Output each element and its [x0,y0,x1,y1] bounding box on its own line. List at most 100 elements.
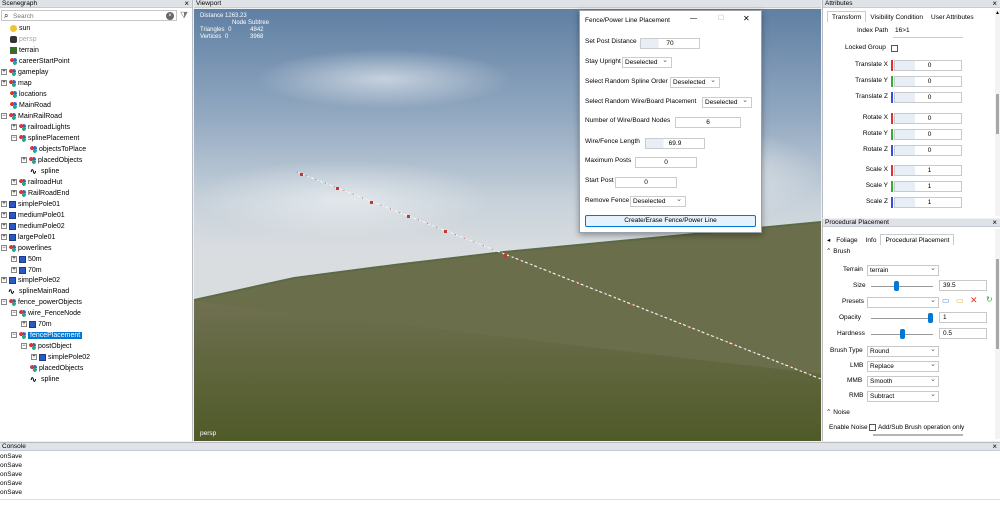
tree-item[interactable]: +70m [11,266,42,276]
collapse-icon[interactable]: − [11,332,17,339]
close-icon[interactable]: × [992,0,997,8]
collapse-icon[interactable]: − [1,299,7,306]
tree-item[interactable]: ∿ spline [30,167,59,177]
expand-icon[interactable]: + [11,256,17,263]
tree-item[interactable]: + map [1,79,32,89]
brush-type-select[interactable]: Round [867,345,939,357]
tree-item[interactable]: − powerlines [1,244,51,254]
tree-item[interactable]: placedObjects [30,364,83,374]
expand-icon[interactable]: + [11,179,17,186]
folder-icon[interactable]: ▭ [956,296,964,305]
tree-item[interactable]: + railroadLights [11,123,70,133]
tree-item[interactable]: locations [10,90,47,100]
tab-scroll-left[interactable]: ◂ [825,235,832,246]
expand-icon[interactable]: + [31,354,37,361]
expand-icon[interactable]: + [11,190,17,197]
expand-icon[interactable]: + [1,69,7,76]
tree-item[interactable]: − MainRailRoad [1,112,62,122]
filter-icon[interactable]: ⧩ [180,10,188,21]
collapse-icon[interactable]: − [1,113,7,120]
transform-field[interactable]: 1 [894,181,962,192]
tree-item[interactable]: ∿ spline [30,375,59,385]
tab-procedural-placement[interactable]: Procedural Placement [880,234,955,245]
hardness-slider[interactable] [871,329,933,339]
tab-transform[interactable]: Transform [827,11,867,22]
close-icon[interactable]: × [184,0,189,8]
start-post-field[interactable]: 0 [615,177,677,188]
wire-length-field[interactable]: 69.9 [645,138,705,149]
expand-icon[interactable]: + [1,80,7,87]
tab-foliage[interactable]: Foliage [832,235,861,246]
tree-item[interactable]: sun [10,24,30,34]
brush-section-header[interactable]: ⌃ Brush [826,247,850,257]
collapse-icon[interactable]: − [11,135,17,142]
expand-icon[interactable]: + [1,234,7,241]
tree-item[interactable]: terrain [10,46,39,56]
expand-icon[interactable]: + [1,212,7,219]
tree-item[interactable]: persp [10,35,37,45]
random-spline-order-select[interactable]: Deselected [670,76,720,88]
hardness-field[interactable]: 0.5 [939,328,987,339]
set-post-distance-field[interactable]: 70 [640,38,700,49]
collapse-icon[interactable]: − [11,310,17,317]
close-icon[interactable]: × [992,443,997,451]
tree-item[interactable]: +70m [21,320,52,330]
save-preset-icon[interactable]: ▭ [942,296,950,305]
transform-field[interactable]: 1 [894,197,962,208]
opacity-field[interactable]: 1 [939,312,987,323]
tree-item[interactable]: − fence_powerObjects [1,298,82,308]
terrain-select[interactable]: terrain [867,264,939,276]
close-icon[interactable]: ✕ [743,14,750,23]
clear-search-icon[interactable]: × [166,12,174,20]
tree-item[interactable]: + mediumPole01 [1,211,65,221]
max-posts-field[interactable]: 0 [635,157,697,168]
expand-icon[interactable]: + [11,124,17,131]
collapse-icon[interactable]: − [21,343,27,350]
tree-item[interactable]: ∿ splineMainRoad [8,287,69,297]
tree-item[interactable]: + simplePole01 [1,200,60,210]
presets-select[interactable] [867,296,939,308]
mmb-select[interactable]: Smooth [867,375,939,387]
h-scrollbar[interactable] [873,434,963,436]
v-scrollbar[interactable] [995,229,1000,439]
hardness-slider-handle[interactable] [899,329,905,339]
tree-item[interactable]: +50m [11,255,42,265]
remove-fence-select[interactable]: Deselected [630,195,686,207]
transform-field[interactable]: 0 [894,76,962,87]
search-bar[interactable]: ⌕ × [1,10,177,21]
tree-item[interactable]: + gameplay [1,68,48,78]
rmb-select[interactable]: Subtract [867,390,939,402]
random-wire-select[interactable]: Deselected [702,96,752,108]
locked-group-checkbox[interactable] [891,45,898,52]
scroll-up-icon[interactable]: ▲ [995,10,1000,16]
lmb-select[interactable]: Replace [867,360,939,372]
tree-item[interactable]: − postObject [21,342,71,352]
tree-item[interactable]: careerStartPoint [10,57,70,67]
tree-item[interactable]: + RailRoadEnd [11,189,69,199]
tree-item[interactable]: + mediumPole02 [1,222,65,232]
transform-field[interactable]: 0 [894,92,962,103]
tree-item[interactable]: + railroadHut [11,178,62,188]
tab-user-attributes[interactable]: User Attributes [927,12,978,23]
noise-section-header[interactable]: ⌃ Noise [826,408,850,418]
search-input[interactable] [13,12,163,20]
tree-item[interactable]: + simplePole02 [31,353,90,363]
expand-icon[interactable]: + [11,267,17,274]
tab-info[interactable]: Info [862,235,881,246]
size-slider-handle[interactable] [893,281,899,291]
delete-icon[interactable]: ✕ [970,295,978,306]
size-slider[interactable] [871,281,933,291]
tree-item[interactable]: + placedObjects [21,156,82,166]
expand-icon[interactable]: + [1,223,7,230]
tree-item[interactable]: − splinePlacement [11,134,79,144]
transform-field[interactable]: 1 [894,165,962,176]
maximize-icon[interactable]: ☐ [718,14,724,22]
scrollbar[interactable]: ▲ [995,10,1000,216]
expand-icon[interactable]: + [1,201,7,208]
size-field[interactable]: 39.5 [939,280,987,291]
tree-item[interactable]: − wire_FenceNode [11,309,81,319]
tree-item-selected[interactable]: − fencePlacement [11,331,83,341]
expand-icon[interactable]: + [21,157,27,164]
tree-item[interactable]: + simplePole02 [1,276,60,286]
expand-icon[interactable]: + [1,277,7,284]
